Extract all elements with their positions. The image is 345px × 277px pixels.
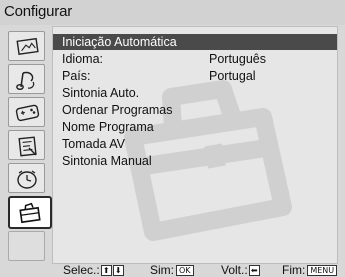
empty-slot: [8, 231, 45, 261]
select-label: Selec.:: [63, 263, 100, 277]
arrow-left-icon: ⬅: [248, 264, 260, 276]
menu-item-country[interactable]: País:: [62, 69, 91, 83]
country-value: Portugal: [209, 69, 256, 83]
settings-icon[interactable]: [8, 130, 45, 160]
ok-key-icon: OK: [176, 264, 194, 276]
footer-exit: Fim: MENU: [282, 263, 338, 277]
title-bar: Configurar: [0, 0, 345, 25]
menu-item-auto-tuning[interactable]: Sintonia Auto.: [62, 86, 139, 100]
confirm-label: Sim:: [150, 263, 174, 277]
back-label: Volt.:: [221, 263, 248, 277]
menu-item-sort-programs[interactable]: Ordenar Programas: [62, 103, 172, 117]
arrow-down-icon: ⬇: [112, 264, 124, 276]
exit-label: Fim:: [282, 263, 306, 277]
setup-toolbox-icon[interactable]: [8, 196, 52, 229]
timer-icon[interactable]: [8, 163, 45, 193]
tv-setup-menu: Configurar Iniciação Automática Idioma: …: [0, 0, 345, 277]
arrow-up-icon: ⬆: [100, 264, 112, 276]
footer-help-bar: Selec.: ⬆ ⬇ Sim: OK Volt.: ⬅ Fim: MENU: [0, 263, 345, 277]
footer-confirm: Sim: OK: [150, 263, 194, 277]
sound-icon[interactable]: [8, 64, 45, 94]
language-value: Português: [209, 52, 266, 66]
footer-back: Volt.: ⬅: [221, 263, 260, 277]
menu-item-program-name[interactable]: Nome Programa: [62, 120, 154, 134]
menu-item-auto-start[interactable]: Iniciação Automática: [62, 35, 177, 49]
footer-select: Selec.: ⬆ ⬇: [63, 263, 124, 277]
settings-panel: Iniciação Automática Idioma: Português P…: [52, 26, 338, 264]
features-icon[interactable]: [8, 97, 45, 127]
menu-item-language[interactable]: Idioma:: [62, 52, 103, 66]
menu-item-manual-tuning[interactable]: Sintonia Manual: [62, 154, 152, 168]
menu-item-av-input[interactable]: Tomada AV: [62, 137, 125, 151]
picture-icon[interactable]: [8, 31, 45, 61]
category-sidebar: [4, 26, 52, 266]
menu-key-icon: MENU: [307, 264, 338, 276]
menu-title: Configurar: [4, 3, 73, 20]
